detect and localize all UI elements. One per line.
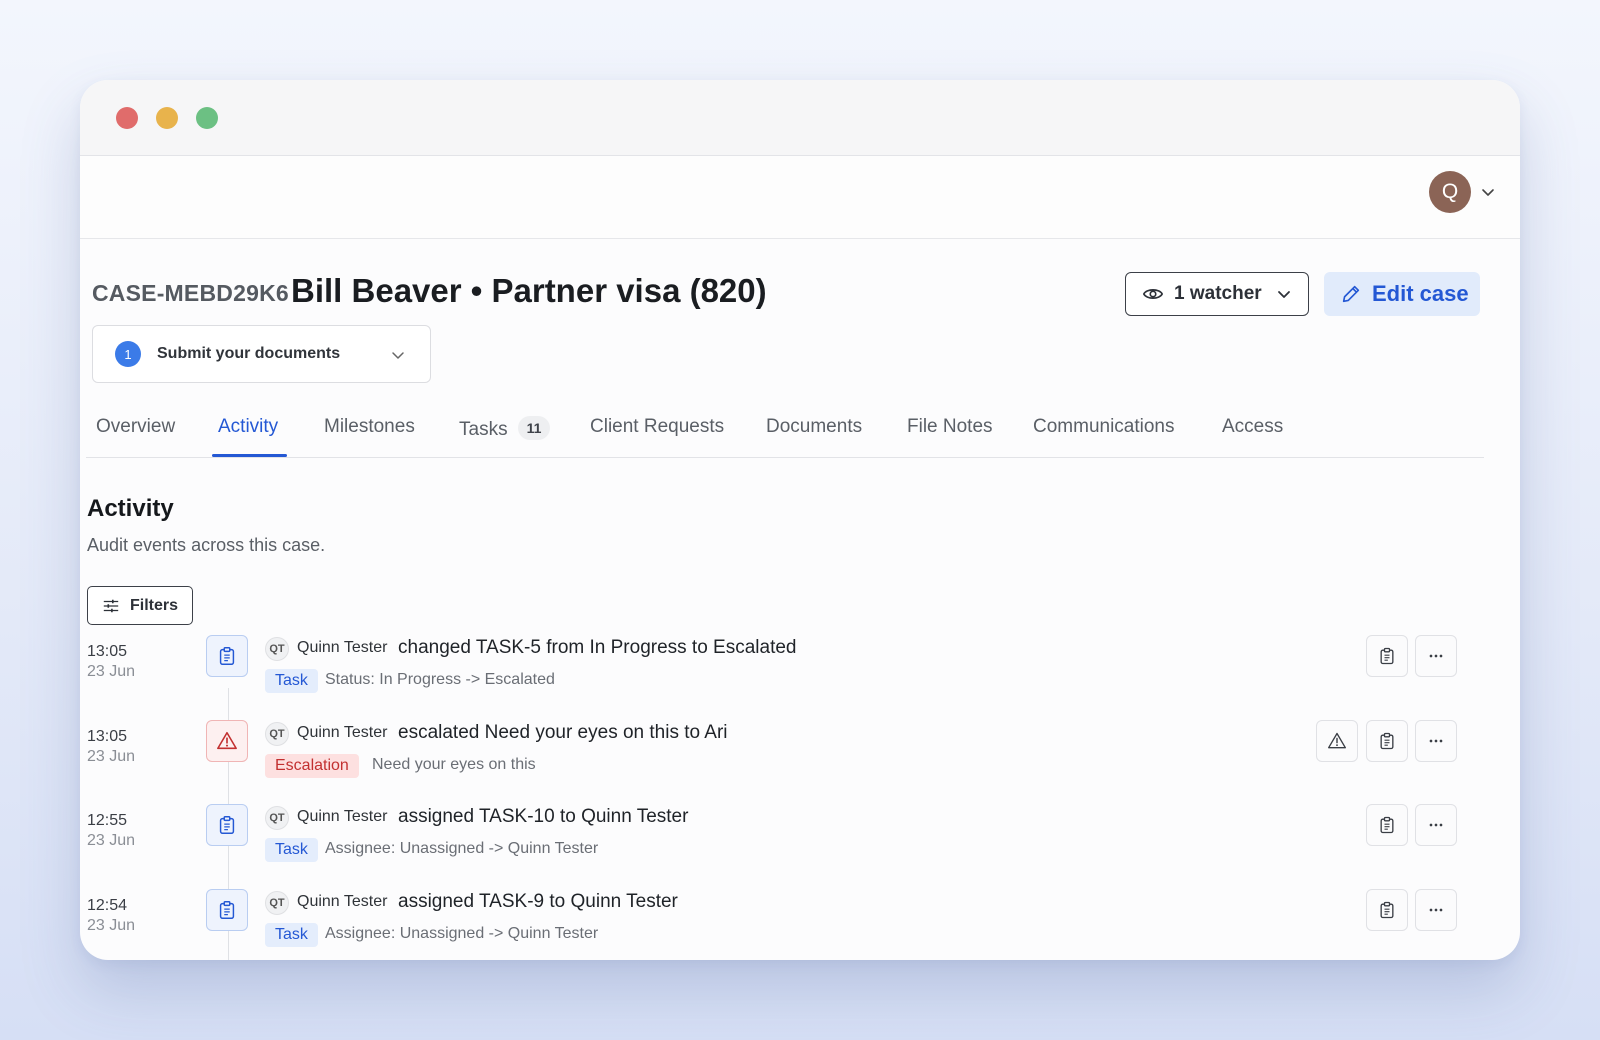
active-tab-indicator [212,454,287,457]
more-horizontal-icon [1429,654,1443,658]
event-time: 13:05 [87,643,128,660]
activity-event: 13:05 23 Jun QT Quinn Tester changed TAS… [80,635,1520,719]
close-window-button[interactable] [116,107,138,129]
open-task-button[interactable] [1366,804,1408,846]
event-tag: Task [265,838,318,862]
chevron-down-icon [1277,291,1290,298]
activity-event: 12:55 23 Jun QT Quinn Tester assigned TA… [80,804,1520,888]
event-actor[interactable]: Quinn Tester [297,893,387,911]
event-time: 12:55 [87,812,128,829]
event-actor[interactable]: Quinn Tester [297,724,387,742]
tab-activity[interactable]: Activity [218,416,278,438]
more-horizontal-icon [1429,739,1443,743]
eye-icon [1142,289,1164,299]
event-summary: changed TASK-5 from In Progress to Escal… [398,637,797,658]
open-escalation-button[interactable] [1316,720,1358,762]
clipboard-icon [206,804,248,846]
edit-case-button[interactable]: Edit case [1324,272,1480,316]
tab-file-notes[interactable]: File Notes [907,416,993,438]
open-task-button[interactable] [1366,720,1408,762]
event-detail: Assignee: Unassigned -> Quinn Tester [325,840,599,857]
tasks-count-badge: 11 [517,416,551,440]
event-detail: Status: In Progress -> Escalated [325,671,555,688]
tab-client-requests[interactable]: Client Requests [590,416,724,438]
maximize-window-button[interactable] [196,107,218,129]
clipboard-icon [1380,816,1394,834]
section-subtitle: Audit events across this case. [87,535,326,555]
event-detail: Assignee: Unassigned -> Quinn Tester [325,925,599,942]
more-actions-button[interactable] [1415,889,1457,931]
case-content: CASE-MEBD29K6 Bill Beaver • Partner visa… [80,240,1520,960]
more-horizontal-icon [1429,823,1443,827]
tab-communications[interactable]: Communications [1033,416,1175,438]
section-title: Activity [87,495,174,522]
event-tag: Escalation [265,754,359,778]
clipboard-icon [1380,901,1394,919]
page-title: Bill Beaver • Partner visa (820) [291,272,767,309]
stage-number-badge: 1 [115,341,141,367]
clipboard-icon [206,635,248,677]
watchers-label: 1 watcher [1174,283,1262,304]
open-task-button[interactable] [1366,889,1408,931]
event-date: 23 Jun [87,748,136,765]
clipboard-icon [1380,732,1394,750]
event-date: 23 Jun [87,832,136,849]
tab-tasks-label: Tasks [459,419,508,440]
more-actions-button[interactable] [1415,720,1457,762]
clipboard-icon [1380,647,1394,665]
event-date: 23 Jun [87,663,136,680]
top-bar: Q [80,156,1520,239]
event-actor[interactable]: Quinn Tester [297,639,387,657]
event-summary: assigned TASK-10 to Quinn Tester [398,806,689,827]
avatar[interactable]: Q [1429,171,1471,213]
event-time: 13:05 [87,728,128,745]
actor-avatar: QT [265,722,289,746]
event-time: 12:54 [87,897,128,914]
stage-label: Submit your documents [157,345,341,362]
window-titlebar [80,80,1520,156]
activity-event: 13:05 23 Jun QT Quinn Tester escalated N… [80,720,1520,804]
activity-event: 12:54 23 Jun QT Quinn Tester assigned TA… [80,889,1520,960]
chevron-down-icon[interactable] [1480,184,1496,200]
alert-triangle-icon [206,720,248,762]
event-tag: Task [265,923,318,947]
edit-case-label: Edit case [1372,281,1469,306]
tab-milestones[interactable]: Milestones [324,416,415,438]
tab-tasks[interactable]: Tasks 11 [459,416,551,441]
case-id: CASE-MEBD29K6 [92,280,289,306]
tab-documents[interactable]: Documents [766,416,862,438]
tab-overview[interactable]: Overview [96,416,175,438]
event-actor[interactable]: Quinn Tester [297,808,387,826]
open-task-button[interactable] [1366,635,1408,677]
pencil-icon [1342,285,1360,303]
event-tag: Task [265,669,318,693]
event-summary: assigned TASK-9 to Quinn Tester [398,891,678,912]
actor-avatar: QT [265,891,289,915]
filters-label: Filters [130,596,179,614]
minimize-window-button[interactable] [156,107,178,129]
more-horizontal-icon [1429,908,1443,912]
stage-select[interactable]: 1 Submit your documents [92,325,431,383]
event-summary: escalated Need your eyes on this to Ari [398,722,728,743]
more-actions-button[interactable] [1415,635,1457,677]
alert-triangle-icon [1328,732,1346,749]
event-detail: Need your eyes on this [372,756,536,773]
actor-avatar: QT [265,637,289,661]
tab-access[interactable]: Access [1222,416,1283,438]
more-actions-button[interactable] [1415,804,1457,846]
event-date: 23 Jun [87,917,136,934]
actor-avatar: QT [265,806,289,830]
clipboard-icon [206,889,248,931]
app-window: Q CASE-MEBD29K6 Bill Beaver • Partner vi… [80,80,1520,960]
sliders-icon [103,599,119,612]
case-tabs: Overview Activity Milestones Tasks 11 Cli… [86,400,1484,458]
watchers-button[interactable]: 1 watcher [1125,272,1309,316]
filters-button[interactable]: Filters [87,586,193,625]
chevron-down-icon [392,352,404,359]
